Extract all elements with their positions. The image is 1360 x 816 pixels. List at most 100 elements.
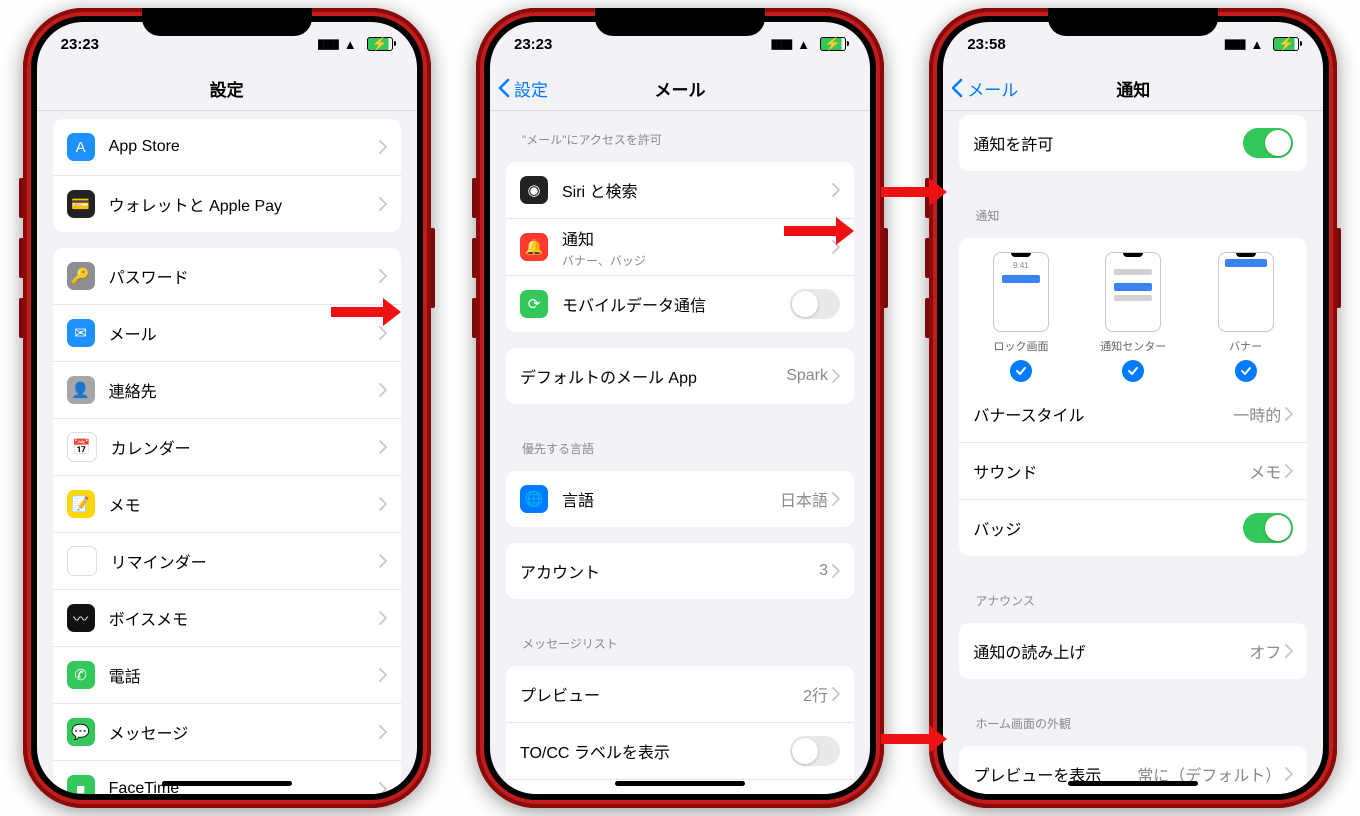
home-header: ホーム画面の外観 <box>943 695 1323 738</box>
row-label: パスワード <box>109 264 379 288</box>
page-title: 設定 <box>210 76 244 101</box>
row-label: サウンド <box>973 459 1249 483</box>
chevron-icon <box>832 687 840 701</box>
settings-row[interactable]: プレビュー2行 <box>506 666 854 723</box>
announce-header: アナウンス <box>943 572 1323 615</box>
toggle[interactable] <box>790 289 840 319</box>
back-button[interactable]: 設定 <box>498 66 548 110</box>
settings-row[interactable]: 💳 ウォレットと Apple Pay <box>53 176 401 232</box>
home-indicator[interactable] <box>1068 781 1198 786</box>
facetime-icon: ■ <box>67 775 95 794</box>
style-checkbox[interactable] <box>1235 360 1257 382</box>
settings-row[interactable]: デフォルトのメール AppSpark <box>506 348 854 404</box>
settings-row[interactable]: プレビューを表示常に（デフォルト） <box>959 746 1307 794</box>
settings-row[interactable]: 📅カレンダー <box>53 419 401 476</box>
signal-icon: ▮▮▮▮ <box>770 36 791 52</box>
chevron-icon <box>1285 644 1293 658</box>
status-time: 23:58 <box>967 36 1005 53</box>
chevron-icon <box>379 197 387 211</box>
reminders-icon: ⋮ <box>67 546 97 576</box>
chevron-icon <box>379 326 387 340</box>
chevron-icon <box>1285 767 1293 781</box>
styles-header: 通知 <box>943 187 1323 230</box>
row-label: 電話 <box>109 663 379 687</box>
settings-row[interactable]: サウンドメモ <box>959 443 1307 500</box>
settings-row[interactable]: 💬メッセージ <box>53 704 401 761</box>
notification-settings[interactable]: 通知を許可 通知 9:41ロック画面通知センターバナー バナースタイル一時的サウ… <box>943 111 1323 794</box>
toggle[interactable] <box>790 736 840 766</box>
notification-style-center[interactable]: 通知センター <box>1100 252 1166 382</box>
messages-icon: 💬 <box>67 718 95 746</box>
notch <box>142 8 312 36</box>
settings-row[interactable]: ■FaceTime <box>53 761 401 794</box>
settings-group: アカウント3 <box>506 543 854 599</box>
row-label: App Store <box>109 138 379 156</box>
battery-icon: ⚡ <box>820 37 846 51</box>
chevron-icon <box>379 140 387 154</box>
signal-icon: ▮▮▮▮ <box>1224 36 1245 52</box>
notch <box>1048 8 1218 36</box>
appstore-icon: A <box>67 133 95 161</box>
row-label: リマインダー <box>111 549 379 573</box>
notification-style-lock[interactable]: 9:41ロック画面 <box>993 252 1049 382</box>
settings-row[interactable]: バナースタイル一時的 <box>959 386 1307 443</box>
settings-row[interactable]: 🔑 パスワード <box>53 248 401 305</box>
settings-row[interactable]: バッジ <box>959 500 1307 556</box>
settings-row[interactable]: 🌐言語日本語 <box>506 471 854 527</box>
row-value: メモ <box>1249 459 1281 483</box>
chevron-icon <box>379 782 387 794</box>
style-checkbox[interactable] <box>1010 360 1032 382</box>
settings-row[interactable]: 通知の読み上げオフ <box>959 623 1307 679</box>
chevron-icon <box>832 369 840 383</box>
style-preview-icon: 9:41 <box>993 252 1049 332</box>
chevron-icon <box>832 183 840 197</box>
home-indicator[interactable] <box>615 781 745 786</box>
settings-row[interactable]: 👤連絡先 <box>53 362 401 419</box>
arrow-icon <box>784 219 854 243</box>
page-title: 通知 <box>1116 76 1150 101</box>
signal-icon: ▮▮▮▮ <box>317 36 338 52</box>
settings-row[interactable]: TO/CC ラベルを表示 <box>506 723 854 780</box>
mail-settings-list[interactable]: "メール"にアクセスを許可◉Siri と検索🔔通知バナー、バッジ⟳モバイルデータ… <box>490 111 870 794</box>
chevron-icon <box>379 554 387 568</box>
settings-row[interactable]: アカウント3 <box>506 543 854 599</box>
allow-notifications-label: 通知を許可 <box>973 131 1243 155</box>
back-button[interactable]: メール <box>951 66 1018 110</box>
notification-style-banner[interactable]: バナー <box>1218 252 1274 382</box>
row-label: メモ <box>109 492 379 516</box>
battery-icon: ⚡ <box>1273 37 1299 51</box>
allow-notifications-row[interactable]: 通知を許可 <box>959 115 1307 171</box>
home-indicator[interactable] <box>162 781 292 786</box>
chevron-icon <box>379 440 387 454</box>
phone-icon: ✆ <box>67 661 95 689</box>
settings-list[interactable]: A App Store 💳 ウォレットと Apple Pay 🔑 パスワード ✉ メール 👤連絡… <box>37 111 417 794</box>
arrow-icon <box>881 180 947 204</box>
row-label: アカウント <box>520 559 819 583</box>
wifi-icon: ▲ <box>797 37 810 52</box>
style-checkbox[interactable] <box>1122 360 1144 382</box>
settings-row[interactable]: 📝メモ <box>53 476 401 533</box>
wallet-icon: 💳 <box>67 190 95 218</box>
row-label: メール <box>109 321 379 345</box>
mail-icon: ✉ <box>67 319 95 347</box>
settings-row[interactable]: ⋮ リマインダー <box>53 533 401 590</box>
chevron-icon <box>379 383 387 397</box>
row-label: 言語 <box>562 487 780 511</box>
settings-row[interactable]: ✆ 電話 <box>53 647 401 704</box>
password-icon: 🔑 <box>67 262 95 290</box>
settings-row[interactable]: 〰ボイスメモ <box>53 590 401 647</box>
phone-notifications: 23:58 ▮▮▮▮ ▲ ⚡ メール 通知 通知を許可 通知 9:41ロック画面… <box>929 8 1337 808</box>
row-label: ウォレットと Apple Pay <box>109 192 379 216</box>
chevron-icon <box>379 269 387 283</box>
allow-notifications-toggle[interactable] <box>1243 128 1293 158</box>
row-label: 通知の読み上げ <box>973 639 1249 663</box>
nav-bar: 設定 メール <box>490 66 870 111</box>
group-header: メッセージリスト <box>490 615 870 658</box>
settings-row[interactable]: A App Store <box>53 119 401 176</box>
page-title: メール <box>654 76 705 101</box>
status-time: 23:23 <box>61 36 99 53</box>
settings-row[interactable]: ◉Siri と検索 <box>506 162 854 219</box>
settings-row[interactable]: ⟳モバイルデータ通信 <box>506 276 854 332</box>
settings-group: 🌐言語日本語 <box>506 471 854 527</box>
toggle[interactable] <box>1243 513 1293 543</box>
